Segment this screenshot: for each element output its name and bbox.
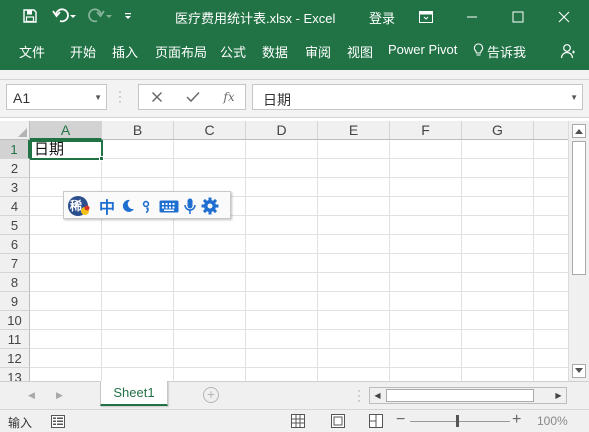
close-icon[interactable] bbox=[541, 0, 587, 33]
column-header-f[interactable]: F bbox=[390, 121, 462, 140]
row-header-2[interactable]: 2 bbox=[0, 159, 30, 178]
scroll-down-icon[interactable] bbox=[572, 364, 586, 378]
ribbon-collapsed-area bbox=[0, 70, 589, 80]
row-header-11[interactable]: 11 bbox=[0, 330, 30, 349]
zoom-slider-thumb[interactable] bbox=[456, 415, 459, 427]
row-header-12[interactable]: 12 bbox=[0, 349, 30, 368]
worksheet-grid[interactable]: A B C D E F G 1 2 3 4 5 6 7 8 9 10 11 12… bbox=[0, 121, 568, 381]
ime-toolbar[interactable]: 稀 中 bbox=[63, 191, 231, 219]
formula-bar: A1 ▼ · · · fx 日期 ▼ bbox=[0, 80, 589, 118]
tab-review[interactable]: 审阅 bbox=[305, 42, 331, 61]
horizontal-scroll-thumb[interactable] bbox=[386, 389, 534, 402]
row-header-8[interactable]: 8 bbox=[0, 273, 30, 292]
row-header-7[interactable]: 7 bbox=[0, 254, 30, 273]
ribbon-tabs: 文件 开始 插入 页面布局 公式 数据 审阅 视图 Power Pivot 告诉… bbox=[0, 33, 589, 70]
cell-area[interactable] bbox=[30, 140, 568, 381]
zoom-in-button[interactable]: + bbox=[512, 411, 521, 429]
title-bar: 医疗费用统计表.xlsx - Excel 登录 bbox=[0, 0, 589, 33]
normal-view-icon[interactable] bbox=[290, 413, 306, 429]
tab-formulas[interactable]: 公式 bbox=[220, 42, 246, 61]
macro-record-icon[interactable] bbox=[50, 413, 66, 429]
scroll-right-icon[interactable]: ▶ bbox=[552, 389, 565, 402]
chinese-mode-icon[interactable]: 中 bbox=[98, 195, 116, 217]
maximize-icon[interactable] bbox=[495, 0, 541, 33]
formula-input[interactable]: 日期 ▼ bbox=[252, 84, 583, 110]
row-header-5[interactable]: 5 bbox=[0, 216, 30, 235]
name-box-value: A1 bbox=[13, 90, 31, 106]
add-sheet-icon[interactable]: + bbox=[203, 387, 219, 403]
formula-input-value: 日期 bbox=[263, 92, 291, 108]
tab-view[interactable]: 视图 bbox=[347, 42, 373, 61]
formula-bar-buttons: fx bbox=[138, 84, 246, 110]
page-break-preview-icon[interactable] bbox=[368, 413, 384, 429]
window-title: 医疗费用统计表.xlsx - Excel bbox=[175, 11, 336, 26]
soft-keyboard-icon[interactable] bbox=[158, 195, 180, 217]
insert-function-icon[interactable]: fx bbox=[218, 88, 240, 106]
scroll-up-icon[interactable] bbox=[572, 124, 586, 138]
zoom-out-button[interactable]: − bbox=[396, 411, 405, 429]
column-header-g[interactable]: G bbox=[462, 121, 534, 140]
settings-gear-icon[interactable] bbox=[200, 195, 220, 217]
tab-home[interactable]: 开始 bbox=[70, 42, 96, 61]
column-header-e[interactable]: E bbox=[318, 121, 390, 140]
status-bar: 输入 − + 100% bbox=[0, 409, 589, 432]
row-header-6[interactable]: 6 bbox=[0, 235, 30, 254]
ime-logo-char: 稀 bbox=[70, 199, 83, 213]
row-header-13[interactable]: 13 bbox=[0, 368, 30, 381]
row-header-10[interactable]: 10 bbox=[0, 311, 30, 330]
cell-a1[interactable]: 日期 bbox=[30, 140, 103, 160]
tell-me-box[interactable]: 告诉我 bbox=[473, 42, 526, 61]
column-header-h[interactable] bbox=[534, 121, 568, 140]
row-header-4[interactable]: 4 bbox=[0, 197, 30, 216]
minimize-icon[interactable] bbox=[449, 0, 495, 33]
cell-mode-status: 输入 bbox=[8, 416, 33, 430]
microphone-icon[interactable] bbox=[182, 195, 198, 217]
tab-power-pivot[interactable]: Power Pivot bbox=[388, 42, 457, 57]
column-header-c[interactable]: C bbox=[174, 121, 246, 140]
name-box[interactable]: A1 ▼ bbox=[6, 84, 107, 110]
column-header-a[interactable]: A bbox=[30, 121, 102, 140]
vertical-scroll-thumb[interactable] bbox=[572, 141, 586, 275]
column-header-b[interactable]: B bbox=[102, 121, 174, 140]
page-layout-view-icon[interactable] bbox=[330, 413, 346, 429]
tab-data[interactable]: 数据 bbox=[262, 42, 288, 61]
confirm-entry-icon[interactable] bbox=[182, 88, 204, 106]
column-header-d[interactable]: D bbox=[246, 121, 318, 140]
redo-icon[interactable] bbox=[86, 5, 114, 27]
sign-in-link[interactable]: 登录 bbox=[369, 8, 395, 27]
sheet-tab-sheet1[interactable]: Sheet1 bbox=[100, 381, 168, 406]
undo-icon[interactable] bbox=[50, 5, 80, 27]
row-header-3[interactable]: 3 bbox=[0, 178, 30, 197]
fill-handle[interactable] bbox=[99, 156, 104, 161]
row-header-9[interactable]: 9 bbox=[0, 292, 30, 311]
customize-qat-icon[interactable] bbox=[120, 5, 136, 27]
tab-splitter[interactable]: · · · bbox=[357, 384, 361, 406]
tab-page-layout[interactable]: 页面布局 bbox=[155, 42, 207, 61]
tab-file[interactable]: 文件 bbox=[19, 42, 45, 61]
row-header-1[interactable]: 1 bbox=[0, 140, 30, 159]
tab-insert[interactable]: 插入 bbox=[112, 42, 138, 61]
lightbulb-icon bbox=[473, 43, 484, 60]
cancel-entry-icon[interactable] bbox=[146, 88, 168, 106]
half-width-moon-icon[interactable] bbox=[119, 195, 137, 217]
zoom-slider[interactable] bbox=[410, 421, 510, 422]
chevron-down-icon[interactable]: ▼ bbox=[94, 93, 102, 102]
horizontal-scrollbar[interactable]: ◀ ▶ bbox=[369, 387, 567, 404]
share-user-icon[interactable] bbox=[559, 40, 577, 62]
save-icon[interactable] bbox=[20, 5, 40, 27]
scroll-left-icon[interactable]: ◀ bbox=[371, 389, 384, 402]
ribbon-display-options-icon[interactable] bbox=[403, 0, 449, 33]
ime-logo-icon[interactable]: 稀 bbox=[67, 195, 91, 217]
select-all-button[interactable] bbox=[0, 121, 30, 140]
punctuation-icon[interactable] bbox=[140, 195, 154, 217]
formula-bar-splitter[interactable]: · · · bbox=[118, 85, 122, 107]
next-sheet-icon[interactable]: ▶ bbox=[56, 390, 63, 401]
previous-sheet-icon[interactable]: ◀ bbox=[28, 390, 35, 401]
tell-me-label: 告诉我 bbox=[487, 45, 527, 60]
expand-formula-bar-icon[interactable]: ▼ bbox=[570, 93, 578, 102]
sheet-tabs-bar: ◀ ▶ Sheet1 + · · · ◀ ▶ bbox=[0, 381, 589, 409]
zoom-level[interactable]: 100% bbox=[537, 414, 568, 428]
vertical-scrollbar[interactable] bbox=[568, 121, 589, 381]
